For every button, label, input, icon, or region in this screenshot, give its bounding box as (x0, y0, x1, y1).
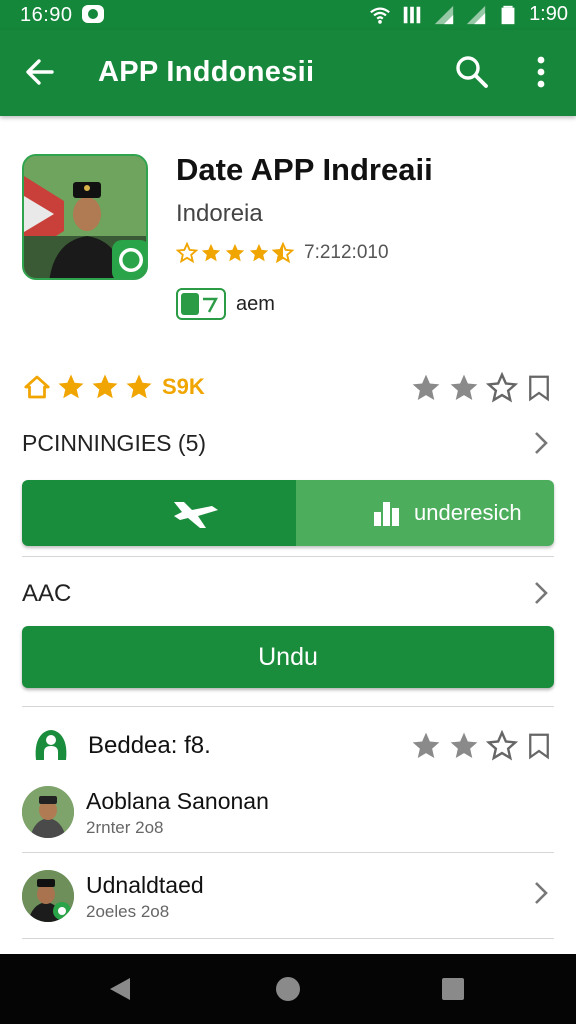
rating-summary-count: S9K (162, 374, 205, 399)
star-outline-icon[interactable] (486, 730, 518, 762)
nav-back-icon[interactable] (108, 976, 132, 1002)
chart-button[interactable]: underesich (296, 480, 554, 546)
content-badge: aem (176, 288, 275, 320)
star-filled-icon (58, 374, 84, 399)
search-icon[interactable] (454, 54, 490, 90)
rating-stars (176, 242, 294, 264)
nav-home-icon[interactable] (276, 977, 300, 1001)
star-filled-icon (249, 243, 269, 262)
status-icons: 1:90 (369, 3, 568, 26)
avatar (22, 870, 74, 922)
chevron-right-icon[interactable] (532, 880, 550, 906)
star-filled-icon (201, 243, 221, 262)
signal-icon (434, 5, 454, 24)
review-item[interactable]: Udnaldtaed 2oeles 2o8 (22, 870, 554, 930)
reviewer-name: Aoblana Sanonan (86, 788, 269, 814)
home-outline-icon (24, 375, 50, 399)
reviewer-name: Udnaldtaed (86, 872, 204, 898)
star-half-icon (272, 242, 294, 264)
review-item[interactable]: Aoblana Sanonan 2rnter 2o8 (22, 786, 554, 846)
more-vert-icon[interactable] (528, 54, 554, 90)
rate-stars[interactable] (410, 372, 554, 404)
star-filled-icon[interactable] (448, 730, 480, 762)
avatar (22, 786, 74, 838)
divider (22, 556, 554, 557)
app-bar-title: APP Inddonesii (98, 56, 315, 88)
flight-button[interactable] (22, 480, 296, 546)
status-time-left: 16:90 (20, 4, 73, 26)
notification-icon (82, 5, 104, 23)
app-rating: 7:212:010 (176, 242, 389, 264)
signal-icon (466, 5, 486, 24)
system-nav-bar (0, 954, 576, 1024)
star-outline-icon (176, 242, 198, 264)
divider (22, 852, 554, 853)
app-developer[interactable]: Indoreia (176, 200, 263, 228)
battery-icon (501, 5, 515, 24)
bookmark-icon[interactable] (524, 372, 554, 404)
pcn-section-label[interactable]: PCINNINGIES (5) (22, 430, 206, 457)
bookmark-icon[interactable] (524, 730, 554, 762)
nav-recents-icon[interactable] (442, 978, 464, 1000)
wifi-icon (370, 6, 390, 24)
app-icon[interactable] (22, 154, 148, 280)
status-bar: 16:90 1:90 (0, 0, 576, 30)
rating-summary: S9K (22, 370, 554, 410)
star-filled-icon[interactable] (448, 372, 480, 404)
signal-bars-icon (403, 6, 421, 23)
aac-section-label[interactable]: AAC (22, 580, 71, 608)
app-bar: APP Inddonesii (0, 30, 576, 116)
star-filled-icon (92, 374, 118, 399)
reviews-header: Beddea: f8. (22, 726, 554, 770)
badge-icon (176, 288, 226, 320)
rating-summary-left: S9K (22, 372, 205, 402)
bar-chart-icon (374, 502, 399, 526)
review-date: 2oeles 2o8 (86, 902, 170, 921)
star-filled-icon[interactable] (410, 730, 442, 762)
app-title: Date APP Indreaii (176, 152, 433, 187)
badge-label: aem (236, 292, 275, 315)
star-filled-icon (126, 374, 152, 399)
review-stars[interactable] (410, 730, 554, 762)
airplane-icon (174, 502, 218, 528)
divider (22, 706, 554, 707)
chevron-right-icon[interactable] (532, 580, 550, 606)
chevron-right-icon[interactable] (532, 430, 550, 456)
star-outline-icon[interactable] (486, 372, 518, 404)
segmented-actions: underesich (22, 480, 554, 546)
divider (22, 938, 554, 939)
star-filled-icon[interactable] (410, 372, 442, 404)
review-date: 2rnter 2o8 (86, 818, 164, 837)
reviews-title: Beddea: f8. (88, 732, 211, 759)
download-button[interactable]: Undu (22, 626, 554, 688)
status-time-right: 1:90 (529, 3, 568, 25)
back-arrow-icon[interactable] (22, 54, 58, 90)
chart-button-label: underesich (414, 500, 522, 525)
reviewer-group-icon (35, 730, 67, 760)
rating-count: 7:212:010 (304, 242, 389, 263)
star-filled-icon (225, 243, 245, 262)
app-icon-image (24, 156, 146, 278)
